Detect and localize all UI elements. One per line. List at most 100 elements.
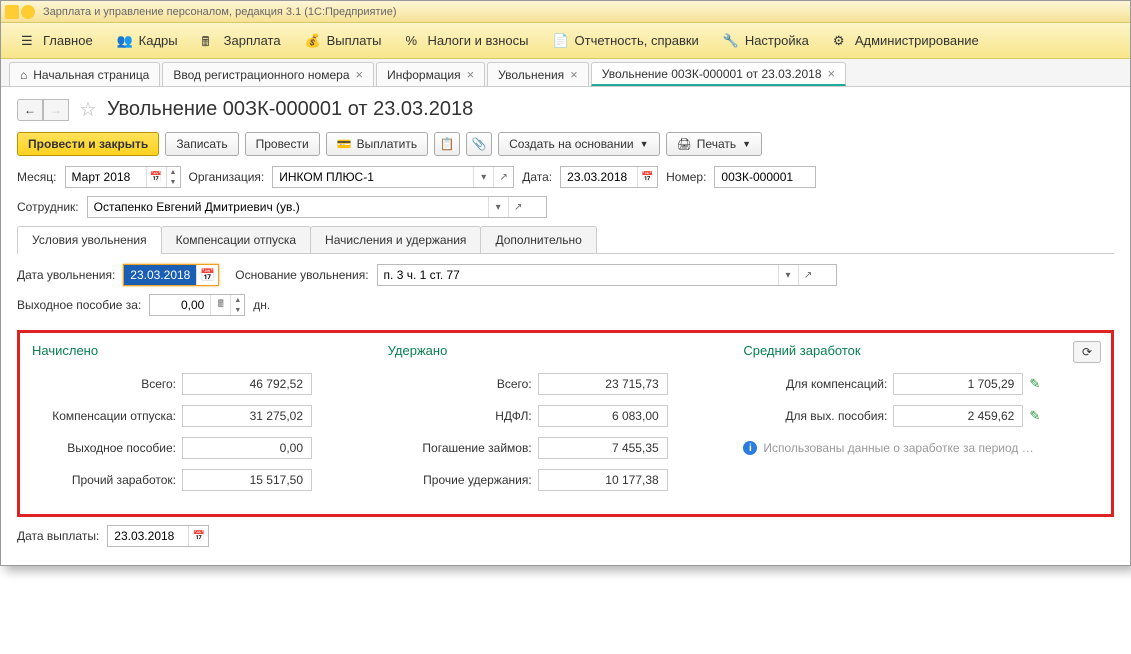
- tab-home[interactable]: ⌂Начальная страница: [9, 62, 160, 86]
- accrued-total-label: Всего:: [32, 377, 182, 391]
- tab-dismissal-doc[interactable]: Увольнение 00ЗК-000001 от 23.03.2018×: [591, 62, 846, 86]
- wrench-icon: 🔧: [723, 33, 739, 49]
- chevron-down-icon[interactable]: ▾: [488, 197, 508, 217]
- accrued-other-value: 15 517,50: [182, 469, 312, 491]
- tabs-bar: ⌂Начальная страница Ввод регистрационног…: [1, 59, 1130, 87]
- page-title: Увольнение 00ЗК-000001 от 23.03.2018: [107, 98, 473, 121]
- top-menu: ☰Главное 👥Кадры 🖩Зарплата 💰Выплаты %Нало…: [1, 23, 1130, 59]
- spin-down[interactable]: ▼: [166, 177, 180, 187]
- severance-unit: дн.: [253, 298, 270, 312]
- spin-up[interactable]: ▲: [166, 167, 180, 177]
- open-icon[interactable]: ↗: [493, 167, 513, 187]
- date-input[interactable]: 📅: [560, 166, 658, 188]
- calendar-icon[interactable]: 📅: [146, 167, 166, 187]
- menu-main[interactable]: ☰Главное: [9, 23, 105, 59]
- dropdown-icon[interactable]: [21, 5, 35, 19]
- menu-reports[interactable]: 📄Отчетность, справки: [541, 23, 711, 59]
- chevron-down-icon: ▼: [742, 139, 751, 149]
- open-icon[interactable]: ↗: [508, 197, 528, 217]
- title-text: Зарплата и управление персоналом, редакц…: [43, 6, 396, 18]
- subtab-additional[interactable]: Дополнительно: [480, 226, 596, 253]
- menu-admin[interactable]: ⚙Администрирование: [821, 23, 991, 59]
- close-icon[interactable]: ×: [467, 67, 475, 82]
- month-input[interactable]: 📅 ▲▼: [65, 166, 181, 188]
- month-label: Месяц:: [17, 170, 57, 184]
- menu-taxes[interactable]: %Налоги и взносы: [393, 23, 540, 59]
- save-button[interactable]: Записать: [165, 132, 238, 156]
- num-input[interactable]: [714, 166, 816, 188]
- close-icon[interactable]: ×: [570, 67, 578, 82]
- home-icon: ⌂: [20, 68, 27, 82]
- paydate-input[interactable]: 📅: [107, 525, 209, 547]
- employee-input[interactable]: ▾ ↗: [87, 196, 547, 218]
- title-bar: Зарплата и управление персоналом, редакц…: [1, 1, 1130, 23]
- chevron-down-icon[interactable]: ▾: [778, 265, 798, 285]
- refresh-button[interactable]: ⟳: [1073, 341, 1101, 363]
- totals-box: ⟳ Начислено Всего:46 792,52 Компенсации …: [17, 330, 1114, 517]
- subtab-vacation-comp[interactable]: Компенсации отпуска: [161, 226, 311, 253]
- gear-icon: ⚙: [833, 33, 849, 49]
- chevron-down-icon: ▼: [640, 139, 649, 149]
- accrued-comp-label: Компенсации отпуска:: [32, 409, 182, 423]
- post-and-close-button[interactable]: Провести и закрыть: [17, 132, 159, 156]
- severance-input[interactable]: 🖩 ▲▼: [149, 294, 245, 316]
- subtab-accruals[interactable]: Начисления и удержания: [310, 226, 481, 253]
- avg-info-text[interactable]: Использованы данные о заработке за перио…: [763, 441, 1033, 455]
- dismissal-date-input[interactable]: 📅: [123, 264, 219, 286]
- tab-reg-number[interactable]: Ввод регистрационного номера×: [162, 62, 374, 86]
- spin-down[interactable]: ▼: [230, 305, 244, 315]
- menu-hr[interactable]: 👥Кадры: [105, 23, 190, 59]
- tab-dismissals[interactable]: Увольнения×: [487, 62, 589, 86]
- withheld-other-label: Прочие удержания:: [388, 473, 538, 487]
- info-icon: i: [743, 441, 757, 455]
- withheld-ndfl-value: 6 083,00: [538, 405, 668, 427]
- calendar-icon[interactable]: 📅: [637, 167, 657, 187]
- calendar-icon[interactable]: 📅: [188, 526, 208, 546]
- nav-forward-button[interactable]: →: [43, 99, 69, 121]
- money-icon: 💰: [305, 33, 321, 49]
- hamburger-icon: ☰: [21, 33, 37, 49]
- favorite-icon[interactable]: ☆: [79, 97, 97, 122]
- edit-icon[interactable]: ✎: [1029, 376, 1040, 392]
- org-input[interactable]: ▾ ↗: [272, 166, 514, 188]
- dismissal-date-label: Дата увольнения:: [17, 268, 115, 282]
- spin-up[interactable]: ▲: [230, 295, 244, 305]
- accrued-other-label: Прочий заработок:: [32, 473, 182, 487]
- accrued-sev-label: Выходное пособие:: [32, 441, 182, 455]
- subtab-conditions[interactable]: Условия увольнения: [17, 226, 162, 253]
- accrued-header: Начислено: [32, 343, 388, 358]
- avg-comp-label: Для компенсаций:: [743, 377, 893, 391]
- calculator-icon[interactable]: 🖩: [210, 295, 230, 315]
- employee-label: Сотрудник:: [17, 200, 79, 214]
- calendar-icon[interactable]: 📅: [196, 265, 218, 285]
- pay-button[interactable]: 💳Выплатить: [326, 132, 428, 156]
- basis-input[interactable]: ▾ ↗: [377, 264, 837, 286]
- close-icon[interactable]: ×: [828, 66, 836, 81]
- nav-back-button[interactable]: ←: [17, 99, 43, 121]
- accrued-comp-value: 31 275,02: [182, 405, 312, 427]
- print-button[interactable]: 🖨Печать▼: [666, 132, 762, 156]
- withheld-loan-label: Погашение займов:: [388, 441, 538, 455]
- avg-sev-value: 2 459,62: [893, 405, 1023, 427]
- close-icon[interactable]: ×: [356, 67, 364, 82]
- withheld-header: Удержано: [388, 343, 744, 358]
- printer-icon: 🖨: [677, 137, 692, 151]
- create-based-button[interactable]: Создать на основании▼: [498, 132, 659, 156]
- refresh-icon: ⟳: [1082, 345, 1092, 359]
- people-icon: 👥: [117, 33, 133, 49]
- menu-salary[interactable]: 🖩Зарплата: [190, 23, 293, 59]
- basis-label: Основание увольнения:: [235, 268, 368, 282]
- chevron-down-icon[interactable]: ▾: [473, 167, 493, 187]
- attach-button[interactable]: 📎: [466, 132, 492, 156]
- withheld-total-value: 23 715,73: [538, 373, 668, 395]
- severance-label: Выходное пособие за:: [17, 298, 141, 312]
- menu-settings[interactable]: 🔧Настройка: [711, 23, 821, 59]
- open-icon[interactable]: ↗: [798, 265, 818, 285]
- menu-payments[interactable]: 💰Выплаты: [293, 23, 394, 59]
- calculator-icon: 🖩: [202, 33, 218, 49]
- num-label: Номер:: [666, 170, 706, 184]
- tab-info[interactable]: Информация×: [376, 62, 485, 86]
- post-button[interactable]: Провести: [245, 132, 320, 156]
- movements-button[interactable]: 📋: [434, 132, 460, 156]
- edit-icon[interactable]: ✎: [1029, 408, 1040, 424]
